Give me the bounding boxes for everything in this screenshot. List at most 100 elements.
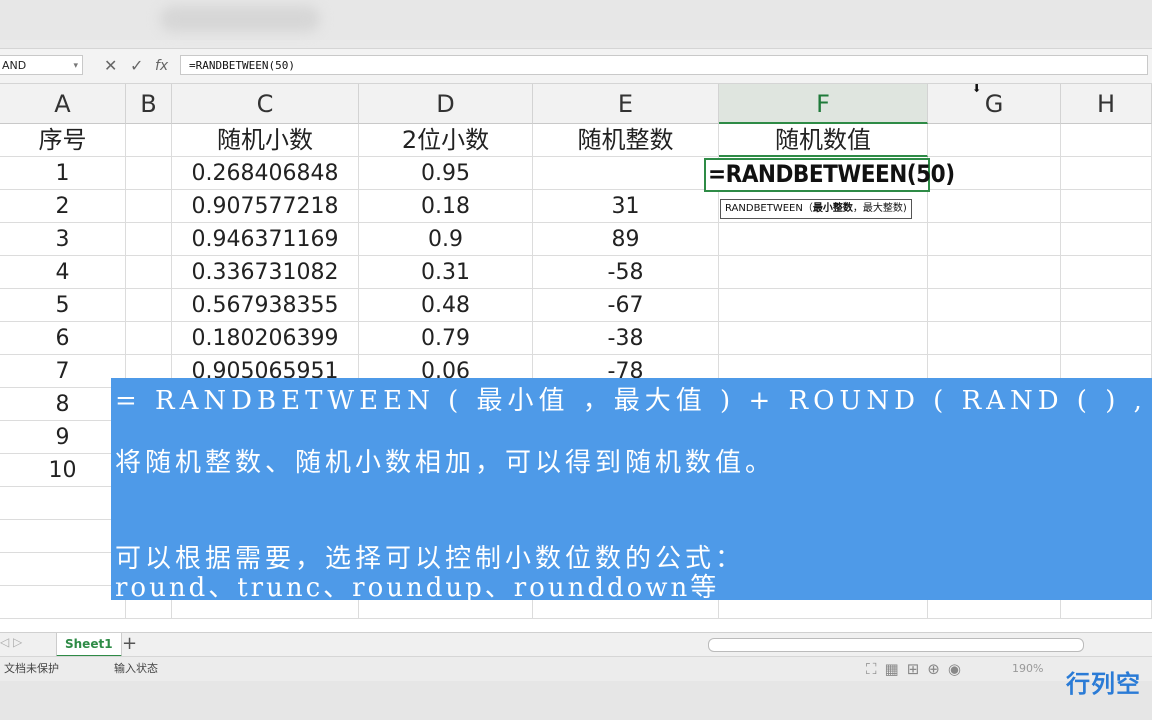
column-header-c[interactable]: C [172,84,359,124]
cell-seq[interactable]: 3 [0,223,126,256]
cell-two-decimal[interactable]: 0.18 [359,190,533,223]
tutorial-overlay: = RANDBETWEEN ( 最小值 ，最大值 ) + ROUND ( RAN… [111,378,1152,603]
tooltip-func: RANDBETWEEN（ [725,203,813,214]
cell-random-integer[interactable]: -67 [533,289,719,322]
cell-empty[interactable] [1061,157,1152,190]
cell-two-decimal[interactable]: 0.48 [359,289,533,322]
cell-empty[interactable] [0,520,126,553]
cell-d1[interactable]: 2位小数 [359,124,533,157]
overlay-formula-line: = RANDBETWEEN ( 最小值 ，最大值 ) + ROUND ( RAN… [115,386,1152,416]
freeze-icon[interactable]: ⊕ [927,660,948,678]
overlay-explain-line: 将随机整数、随机小数相加，可以得到随机数值。 [115,448,776,478]
cell-random-value[interactable] [719,322,928,355]
cell-seq[interactable]: 4 [0,256,126,289]
cell-seq[interactable]: 1 [0,157,126,190]
confirm-icon[interactable]: ✓ [130,56,143,76]
cell-h1[interactable] [1061,124,1152,157]
cell-empty[interactable] [0,586,126,619]
cell-empty[interactable] [0,553,126,586]
column-header-b[interactable]: B [126,84,172,124]
eye-protect-icon[interactable]: ◉ [948,660,969,678]
cell-random-decimal[interactable]: 0.268406848 [172,157,359,190]
cell-empty[interactable] [928,190,1061,223]
cell-random-decimal[interactable]: 0.946371169 [172,223,359,256]
cell-empty[interactable] [126,256,172,289]
column-header-g[interactable]: G [928,84,1061,124]
cell-e1[interactable]: 随机整数 [533,124,719,157]
cell-empty[interactable] [1061,223,1152,256]
mouse-cursor-icon: ⬇ [972,82,982,95]
tab-sheet1[interactable]: Sheet1 [56,633,122,657]
cell-seq[interactable]: 7 [0,355,126,388]
column-header-h[interactable]: H [1061,84,1152,124]
cell-empty[interactable] [928,322,1061,355]
sheet-tab-bar: ◁ ▷ Sheet1 + [0,632,1152,657]
page-layout-icon[interactable]: ▦ [885,660,907,678]
formula-input[interactable]: =RANDBETWEEN(50) [180,55,1148,75]
input-mode-status: 输入状态 [114,662,158,675]
add-sheet-button[interactable]: + [122,633,137,655]
cell-random-integer[interactable]: 89 [533,223,719,256]
cell-b1[interactable] [126,124,172,157]
cell-random-integer[interactable]: -38 [533,322,719,355]
function-tooltip: RANDBETWEEN（最小整数，最大整数) [720,199,912,219]
cell-two-decimal[interactable]: 0.79 [359,322,533,355]
overlay-functions-line: round、trunc、roundup、rounddown等 [115,573,720,603]
horizontal-scrollbar[interactable] [708,638,1084,652]
zoom-level[interactable]: 190% [1012,657,1043,681]
cell-seq[interactable]: 10 [0,454,126,487]
cell-random-value[interactable] [719,256,928,289]
cell-seq[interactable]: 6 [0,322,126,355]
cell-random-decimal[interactable]: 0.567938355 [172,289,359,322]
view-mode-icons[interactable]: ⛶▦⊞⊕◉ [866,657,969,681]
cell-two-decimal[interactable]: 0.9 [359,223,533,256]
cell-empty[interactable] [126,190,172,223]
cell-empty[interactable] [126,322,172,355]
cell-empty[interactable] [928,289,1061,322]
name-box[interactable]: AND ▾ [0,55,83,75]
cell-seq[interactable]: 8 [0,388,126,421]
cell-g1[interactable] [928,124,1061,157]
tooltip-rest: ，最大整数) [852,203,907,214]
cell-random-value[interactable] [719,223,928,256]
fx-icon[interactable]: fx [155,56,168,76]
cell-empty[interactable] [928,223,1061,256]
cancel-icon[interactable]: ✕ [104,56,117,76]
cell-random-decimal[interactable]: 0.907577218 [172,190,359,223]
cell-seq[interactable]: 5 [0,289,126,322]
cell-random-integer[interactable] [533,157,719,190]
cell-two-decimal[interactable]: 0.31 [359,256,533,289]
cell-empty[interactable] [126,157,172,190]
watermark-logo: 行列空 [1066,670,1141,698]
column-header-d[interactable]: D [359,84,533,124]
column-header-f[interactable]: F [719,84,928,124]
tab-nav-arrows-icon[interactable]: ◁ ▷ [0,635,22,649]
column-header-a[interactable]: A [0,84,126,124]
chevron-down-icon[interactable]: ▾ [73,56,78,76]
cell-empty[interactable] [126,223,172,256]
cell-random-value[interactable] [719,289,928,322]
page-break-icon[interactable]: ⊞ [907,660,928,678]
cell-empty[interactable] [1061,190,1152,223]
cell-seq[interactable]: 9 [0,421,126,454]
cell-empty[interactable] [0,487,126,520]
cell-random-integer[interactable]: 31 [533,190,719,223]
cell-c1[interactable]: 随机小数 [172,124,359,157]
cell-empty[interactable] [928,256,1061,289]
cell-two-decimal[interactable]: 0.95 [359,157,533,190]
cell-empty[interactable] [1061,322,1152,355]
grid-view-icon[interactable]: ⛶ [866,660,885,678]
cell-random-integer[interactable]: -58 [533,256,719,289]
cell-random-decimal[interactable]: 0.336731082 [172,256,359,289]
cell-f1[interactable]: 随机数值 [719,124,928,157]
cell-empty[interactable] [1061,289,1152,322]
cell-random-decimal[interactable]: 0.180206399 [172,322,359,355]
active-cell-editor[interactable]: =RANDBETWEEN(50) [704,158,955,192]
cell-empty[interactable] [126,289,172,322]
document-protect-status[interactable]: 文档未保护 [4,657,59,681]
column-header-e[interactable]: E [533,84,719,124]
cell-seq[interactable]: 2 [0,190,126,223]
name-box-value: AND [2,59,27,72]
cell-empty[interactable] [1061,256,1152,289]
cell-a1[interactable]: 序号 [0,124,126,157]
